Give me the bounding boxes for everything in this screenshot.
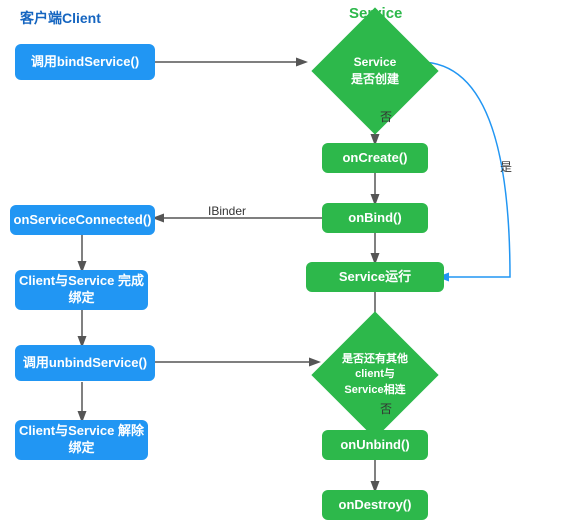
- on-unbind-box: onUnbind(): [322, 430, 428, 460]
- title-client: 客户端Client: [20, 8, 101, 28]
- on-destroy-box: onDestroy(): [322, 490, 428, 520]
- unbind-service-box: 调用unbindService(): [15, 345, 155, 381]
- service-running-box: Service运行: [306, 262, 444, 292]
- yes-label: 是: [500, 158, 512, 175]
- on-service-connected-box: onServiceConnected(): [10, 205, 155, 235]
- ibinder-label: IBinder: [208, 204, 246, 218]
- bind-service-box: 调用bindService(): [15, 44, 155, 80]
- client-service-bound-box: Client与Service 完成绑定: [15, 270, 148, 310]
- other-client-diamond: 是否还有其他 client与 Service相连: [325, 325, 425, 425]
- no2-label: 否: [380, 400, 392, 417]
- no1-label: 否: [380, 108, 392, 125]
- client-service-unbound-box: Client与Service 解除绑定: [15, 420, 148, 460]
- on-create-box: onCreate(): [322, 143, 428, 173]
- diagram: 客户端Client Service 调用bindService() Servic…: [0, 0, 572, 531]
- on-bind-box: onBind(): [322, 203, 428, 233]
- service-decision-diamond: Service 是否创建: [322, 18, 428, 124]
